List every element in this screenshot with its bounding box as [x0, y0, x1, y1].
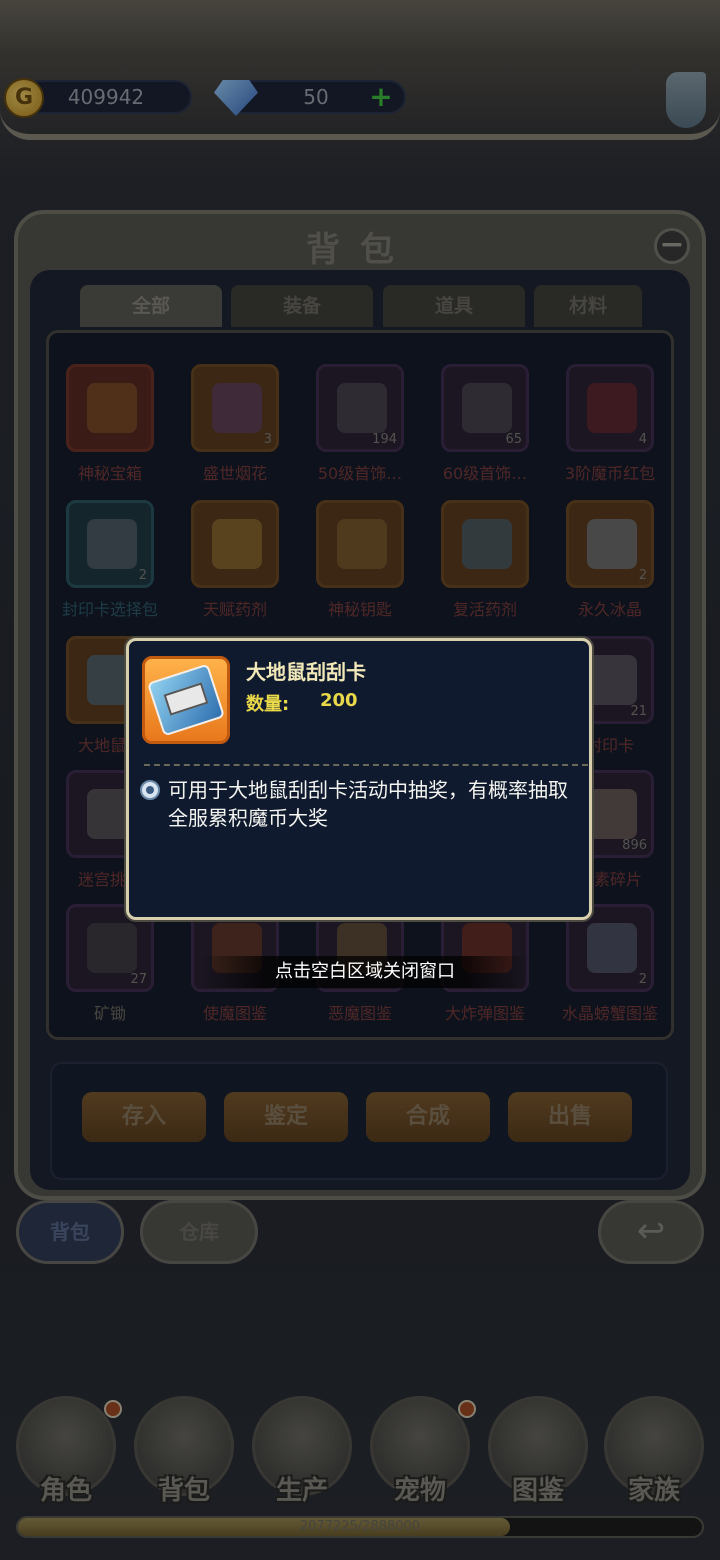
popup-description: 可用于大地鼠刮刮卡活动中抽奖，有概率抽取全服累积魔币大奖 — [168, 778, 568, 830]
popup-item-name: 大地鼠刮刮卡 — [246, 660, 366, 684]
popup-qty-value: 200 — [320, 690, 358, 711]
bullet-icon — [140, 780, 160, 800]
close-hint: 点击空白区域关闭窗口 — [200, 956, 530, 988]
popup-qty-label: 数量: — [246, 694, 290, 715]
divider — [144, 764, 588, 766]
